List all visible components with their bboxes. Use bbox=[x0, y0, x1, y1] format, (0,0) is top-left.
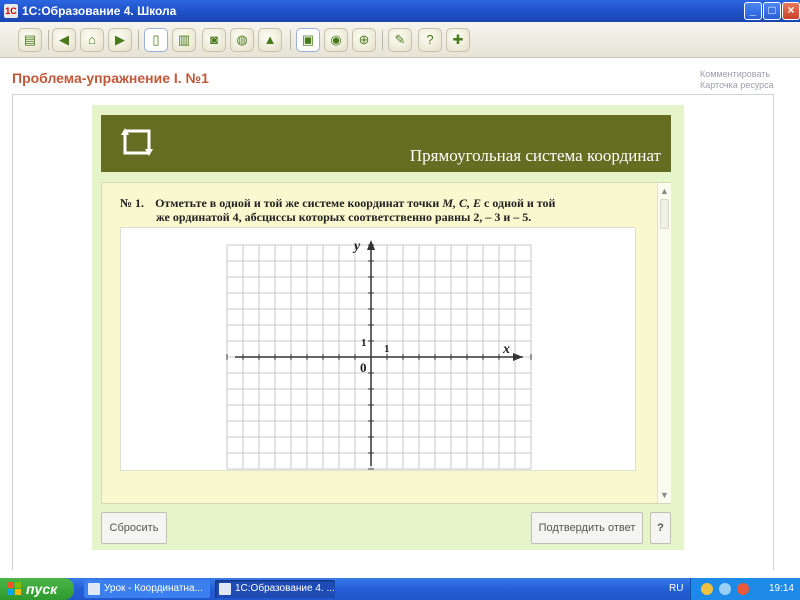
screen-icon[interactable]: ▣ bbox=[296, 28, 320, 52]
close-button[interactable]: × bbox=[782, 2, 800, 20]
banner-title: Прямоугольная система координат bbox=[409, 146, 661, 165]
windows-logo-icon bbox=[8, 582, 21, 595]
back-arrow-icon[interactable]: ◀ bbox=[52, 28, 76, 52]
taskbar-item-lesson[interactable]: Урок - Координатна... bbox=[84, 580, 210, 598]
clock: 19:14 bbox=[768, 583, 794, 594]
y-unit-label: 1 bbox=[361, 337, 367, 349]
notes-icon[interactable]: ▤ bbox=[18, 28, 42, 52]
start-label: пуск bbox=[26, 581, 58, 597]
x-unit-label: 1 bbox=[384, 343, 390, 355]
security-icon[interactable] bbox=[737, 583, 749, 595]
task-panel: № 1. Отметьте в одной и той же системе к… bbox=[101, 182, 671, 504]
app-icon: 1C bbox=[4, 4, 18, 18]
toolbar-separator bbox=[382, 30, 383, 50]
window-icon bbox=[88, 583, 100, 595]
task-line1-prefix: Отметьте в одной и той же системе коорди… bbox=[155, 196, 440, 210]
minimize-button[interactable]: _ bbox=[744, 2, 762, 20]
task-line2: же ординатой 4, абсциссы которых соответ… bbox=[156, 210, 532, 224]
pen-icon[interactable]: ✎ bbox=[388, 28, 412, 52]
reset-button[interactable]: Сбросить bbox=[101, 512, 167, 544]
language-indicator[interactable]: RU bbox=[669, 583, 683, 594]
origin-label: 0 bbox=[360, 360, 367, 375]
taskbar-item-label: 1С:Образование 4. ... bbox=[235, 583, 335, 594]
start-button[interactable]: пуск bbox=[0, 578, 74, 600]
coordinate-plane[interactable]: y x 1 1 0 bbox=[120, 227, 636, 471]
add-icon[interactable]: ✚ bbox=[446, 28, 470, 52]
camera-icon[interactable]: ◙ bbox=[202, 28, 226, 52]
home-icon[interactable]: ⌂ bbox=[80, 28, 104, 52]
taskbar-item-1c[interactable]: 1С:Образование 4. ... bbox=[215, 580, 335, 598]
window-icon bbox=[219, 583, 231, 595]
help-icon[interactable]: ? bbox=[418, 28, 442, 52]
y-axis-label: y bbox=[352, 239, 361, 254]
vertical-scrollbar[interactable]: ▲ ▼ bbox=[657, 183, 671, 503]
comment-link[interactable]: Комментировать bbox=[700, 69, 774, 80]
zoom-icon[interactable]: ⊕ bbox=[352, 28, 376, 52]
help-button[interactable]: ? bbox=[650, 512, 671, 544]
x-axis-label: x bbox=[502, 342, 510, 357]
taskbar-item-label: Урок - Координатна... bbox=[104, 583, 203, 594]
taskbar: пуск Урок - Координатна... 1С:Образовани… bbox=[0, 578, 800, 600]
toolbar: ▤ ◀ ⌂ ▶ ▯ ▥ ◙ ◍ ▲ ▣ ◉ ⊕ ✎ ? ✚ bbox=[0, 22, 800, 58]
scroll-up-icon[interactable]: ▲ bbox=[658, 184, 671, 198]
topic-banner: Прямоугольная система координат bbox=[101, 115, 671, 172]
book-icon[interactable]: ▥ bbox=[172, 28, 196, 52]
scroll-down-icon[interactable]: ▼ bbox=[658, 488, 671, 502]
confirm-answer-button[interactable]: Подтвердить ответ bbox=[531, 512, 643, 544]
volume-icon[interactable] bbox=[701, 583, 713, 595]
coordinate-grid[interactable]: y x 1 1 0 bbox=[121, 228, 637, 472]
toolbar-separator bbox=[138, 30, 139, 50]
side-links: Комментировать Карточка ресурса bbox=[700, 69, 774, 91]
task-points: M, C, E bbox=[442, 196, 482, 210]
document-icon[interactable]: ▯ bbox=[144, 28, 168, 52]
cycle-icon bbox=[121, 128, 153, 156]
toolbar-separator bbox=[48, 30, 49, 50]
window-titlebar: 1C 1С:Образование 4. Школа _ □ × bbox=[0, 0, 800, 22]
task-line1-suffix: с одной и той bbox=[484, 196, 556, 210]
maximize-button[interactable]: □ bbox=[763, 2, 781, 20]
scroll-thumb[interactable] bbox=[660, 199, 669, 229]
globe-icon[interactable]: ◍ bbox=[230, 28, 254, 52]
resource-card-link[interactable]: Карточка ресурса bbox=[700, 80, 774, 91]
system-tray: RU 19:14 bbox=[669, 578, 800, 600]
task-number: № 1. bbox=[120, 196, 145, 210]
toolbar-separator bbox=[290, 30, 291, 50]
forward-arrow-icon[interactable]: ▶ bbox=[108, 28, 132, 52]
search-icon[interactable]: ◉ bbox=[324, 28, 348, 52]
window-title: 1С:Образование 4. Школа bbox=[22, 4, 177, 18]
network-icon[interactable] bbox=[719, 583, 731, 595]
task-text: № 1. Отметьте в одной и той же системе к… bbox=[120, 196, 640, 224]
upload-icon[interactable]: ▲ bbox=[258, 28, 282, 52]
exercise-title: Проблема-упражнение I. №1 bbox=[12, 70, 209, 86]
